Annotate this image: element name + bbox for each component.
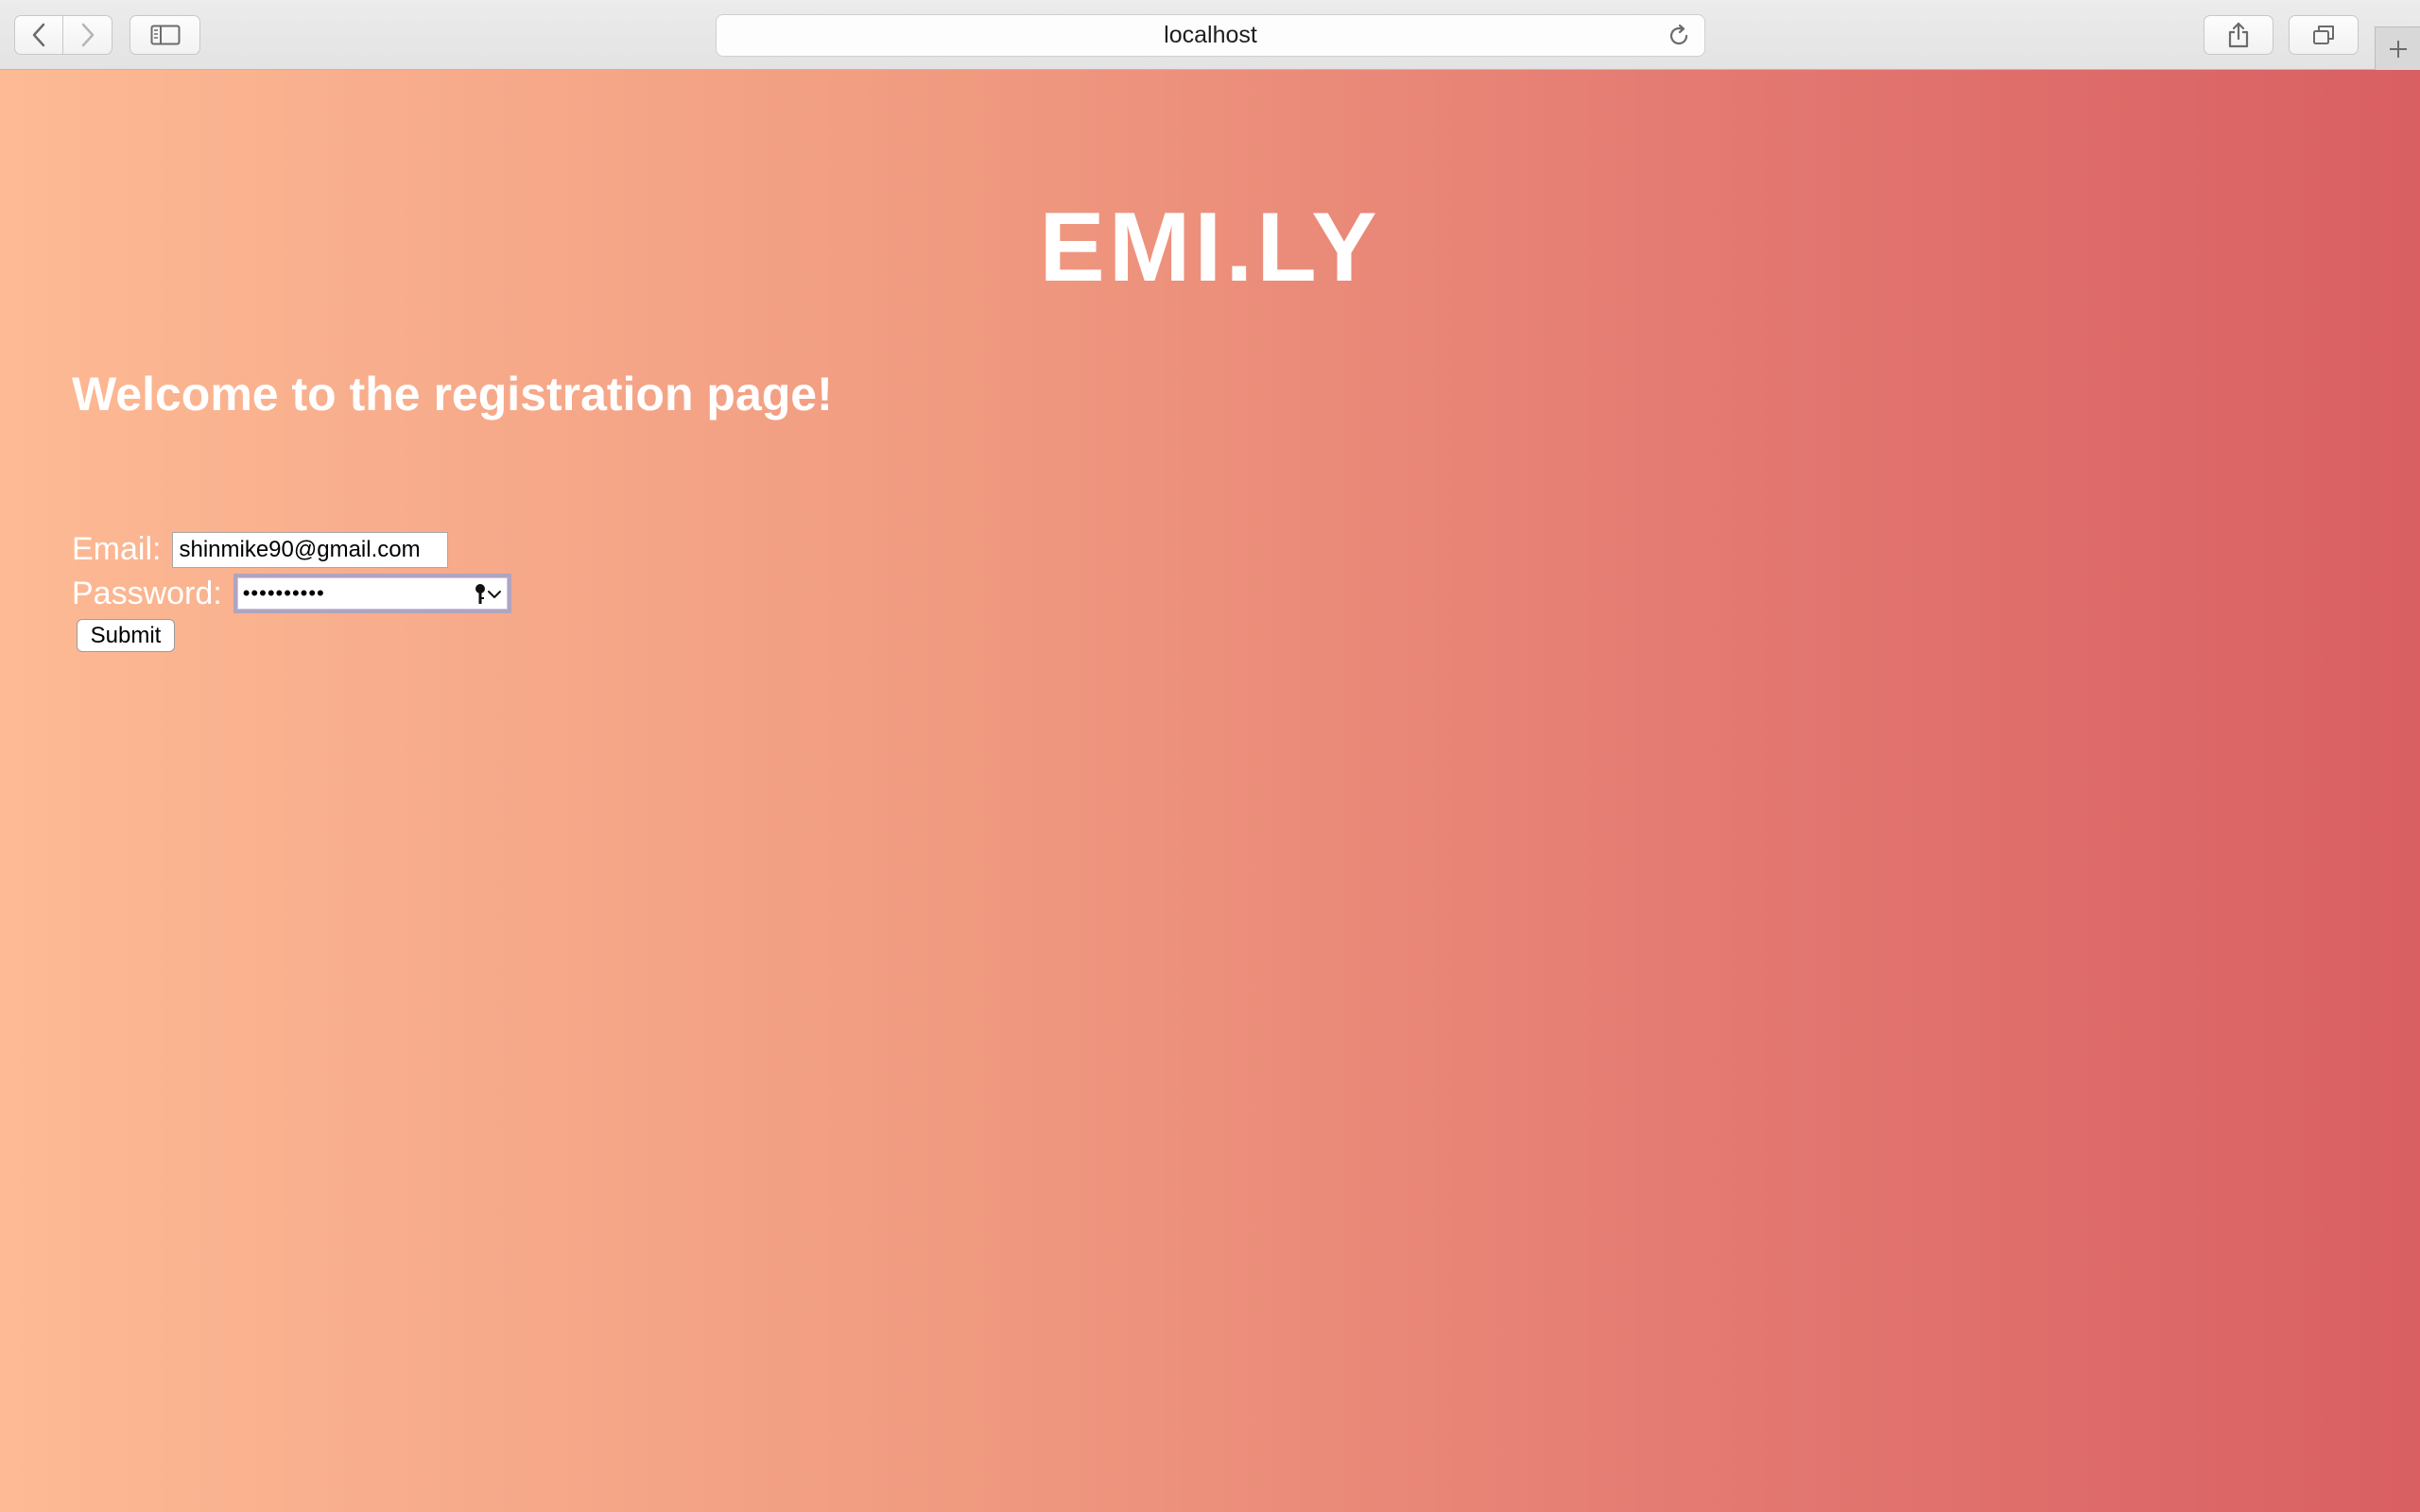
site-logo: EMI.LY — [1039, 193, 1381, 302]
tabs-overview-button[interactable] — [2289, 15, 2359, 55]
reload-icon — [1669, 24, 1688, 45]
forward-button[interactable] — [63, 15, 112, 55]
password-autofill-button[interactable] — [474, 583, 502, 606]
share-button[interactable] — [2204, 15, 2273, 55]
email-row: Email: shinmike90@gmail.com — [72, 531, 449, 568]
url-text: localhost — [1164, 22, 1257, 48]
password-label: Password: — [72, 575, 222, 611]
email-value: shinmike90@gmail.com — [179, 536, 421, 562]
back-button[interactable] — [14, 15, 63, 55]
email-field[interactable]: shinmike90@gmail.com — [172, 531, 449, 568]
share-icon — [2228, 22, 2249, 48]
sidebar-icon — [150, 25, 180, 45]
password-row: Password: •••••••••• — [72, 574, 511, 613]
chevron-left-icon — [32, 23, 45, 47]
key-icon — [475, 584, 485, 604]
reload-button[interactable] — [1667, 24, 1691, 53]
sidebar-toggle-button[interactable] — [130, 15, 200, 55]
password-field[interactable]: •••••••••• — [233, 574, 511, 613]
navigation-buttons — [14, 15, 112, 55]
chevron-down-icon — [487, 591, 501, 598]
page-content: EMI.LY Welcome to the registration page!… — [0, 70, 2420, 1512]
email-label: Email: — [72, 531, 162, 567]
chevron-right-icon — [81, 23, 94, 47]
new-tab-button[interactable] — [2375, 26, 2420, 70]
address-bar[interactable]: localhost — [716, 14, 1705, 57]
submit-button[interactable]: Submit — [77, 619, 175, 652]
plus-icon — [2389, 40, 2407, 58]
password-value: •••••••••• — [242, 581, 325, 605]
tabs-icon — [2313, 26, 2334, 44]
browser-toolbar: localhost — [0, 0, 2420, 70]
page-title: Welcome to the registration page! — [72, 368, 833, 421]
